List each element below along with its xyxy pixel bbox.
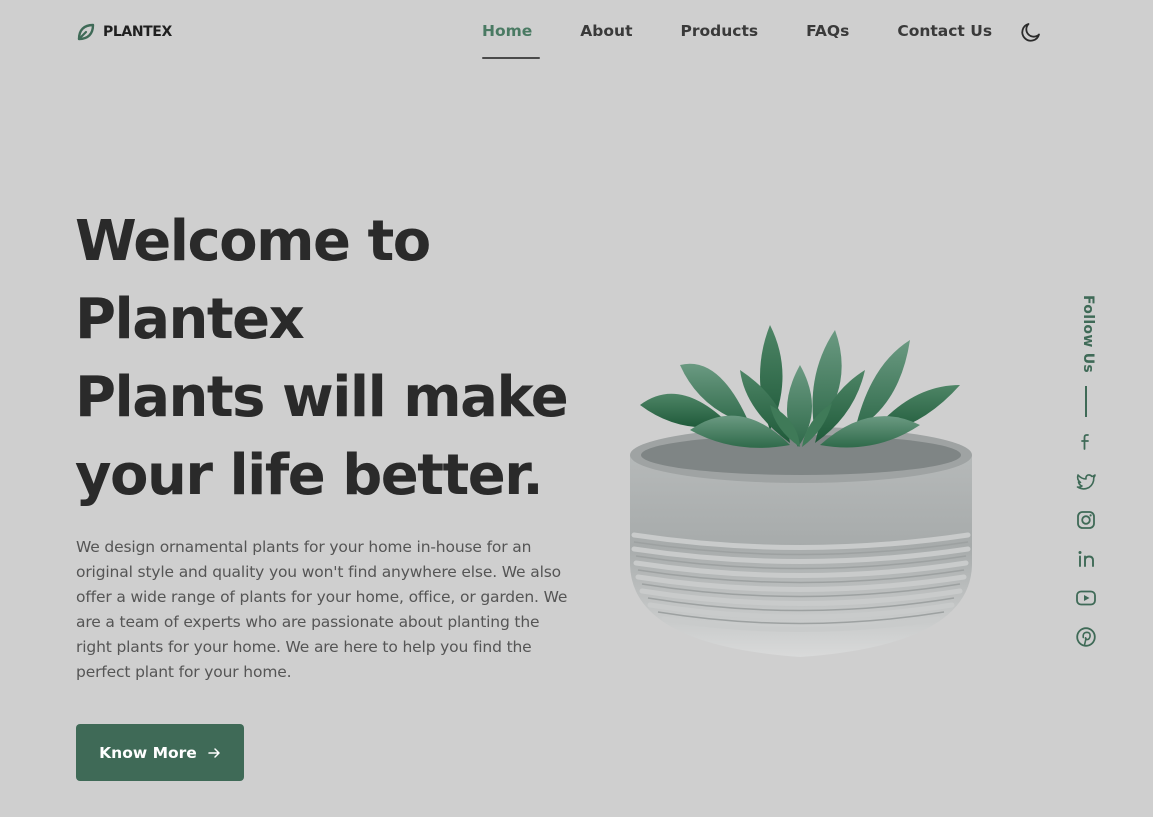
linkedin-icon bbox=[1078, 551, 1094, 567]
hero-title-line: Welcome to bbox=[75, 209, 431, 274]
instagram-icon bbox=[1077, 511, 1095, 529]
youtube-link[interactable] bbox=[1075, 587, 1097, 609]
theme-toggle-button[interactable] bbox=[1019, 20, 1043, 44]
instagram-link[interactable] bbox=[1075, 509, 1097, 531]
youtube-icon bbox=[1076, 590, 1096, 606]
linkedin-link[interactable] bbox=[1075, 548, 1097, 570]
nav-item-faqs[interactable]: FAQs bbox=[806, 22, 849, 40]
leaf-logo-icon bbox=[77, 23, 95, 41]
brand-name: PLANTEX bbox=[103, 24, 172, 40]
twitter-link[interactable] bbox=[1075, 470, 1097, 492]
know-more-label: Know More bbox=[99, 743, 197, 762]
arrow-right-icon bbox=[208, 747, 220, 758]
facebook-icon bbox=[1081, 434, 1089, 450]
follow-divider bbox=[1085, 386, 1087, 417]
hero-title-line: Plants will make bbox=[75, 365, 569, 430]
main-nav: Home About Products FAQs Contact Us bbox=[482, 22, 992, 59]
page: PLANTEX Home About Products FAQs Contact… bbox=[0, 0, 1153, 817]
moon-icon bbox=[1021, 23, 1040, 42]
nav-item-home[interactable]: Home bbox=[482, 22, 541, 59]
hero-title: Welcome to Plantex Plants will make your… bbox=[75, 203, 595, 515]
follow-us-label: Follow Us bbox=[1080, 295, 1096, 374]
hero-title-line: your life better. bbox=[75, 443, 544, 508]
pinterest-link[interactable] bbox=[1075, 626, 1097, 648]
nav-item-about[interactable]: About bbox=[580, 22, 632, 40]
pinterest-icon bbox=[1076, 627, 1096, 647]
succulent-pot-image bbox=[630, 325, 972, 657]
facebook-link[interactable] bbox=[1075, 431, 1097, 453]
nav-item-products[interactable]: Products bbox=[680, 22, 758, 40]
twitter-icon bbox=[1076, 474, 1096, 490]
nav-item-contact-us[interactable]: Contact Us bbox=[897, 22, 992, 40]
hero-description: We design ornamental plants for your hom… bbox=[76, 538, 568, 681]
hero-title-line: Plantex bbox=[75, 287, 305, 352]
brand-logo[interactable]: PLANTEX bbox=[76, 22, 172, 42]
know-more-button[interactable]: Know More bbox=[76, 724, 244, 781]
